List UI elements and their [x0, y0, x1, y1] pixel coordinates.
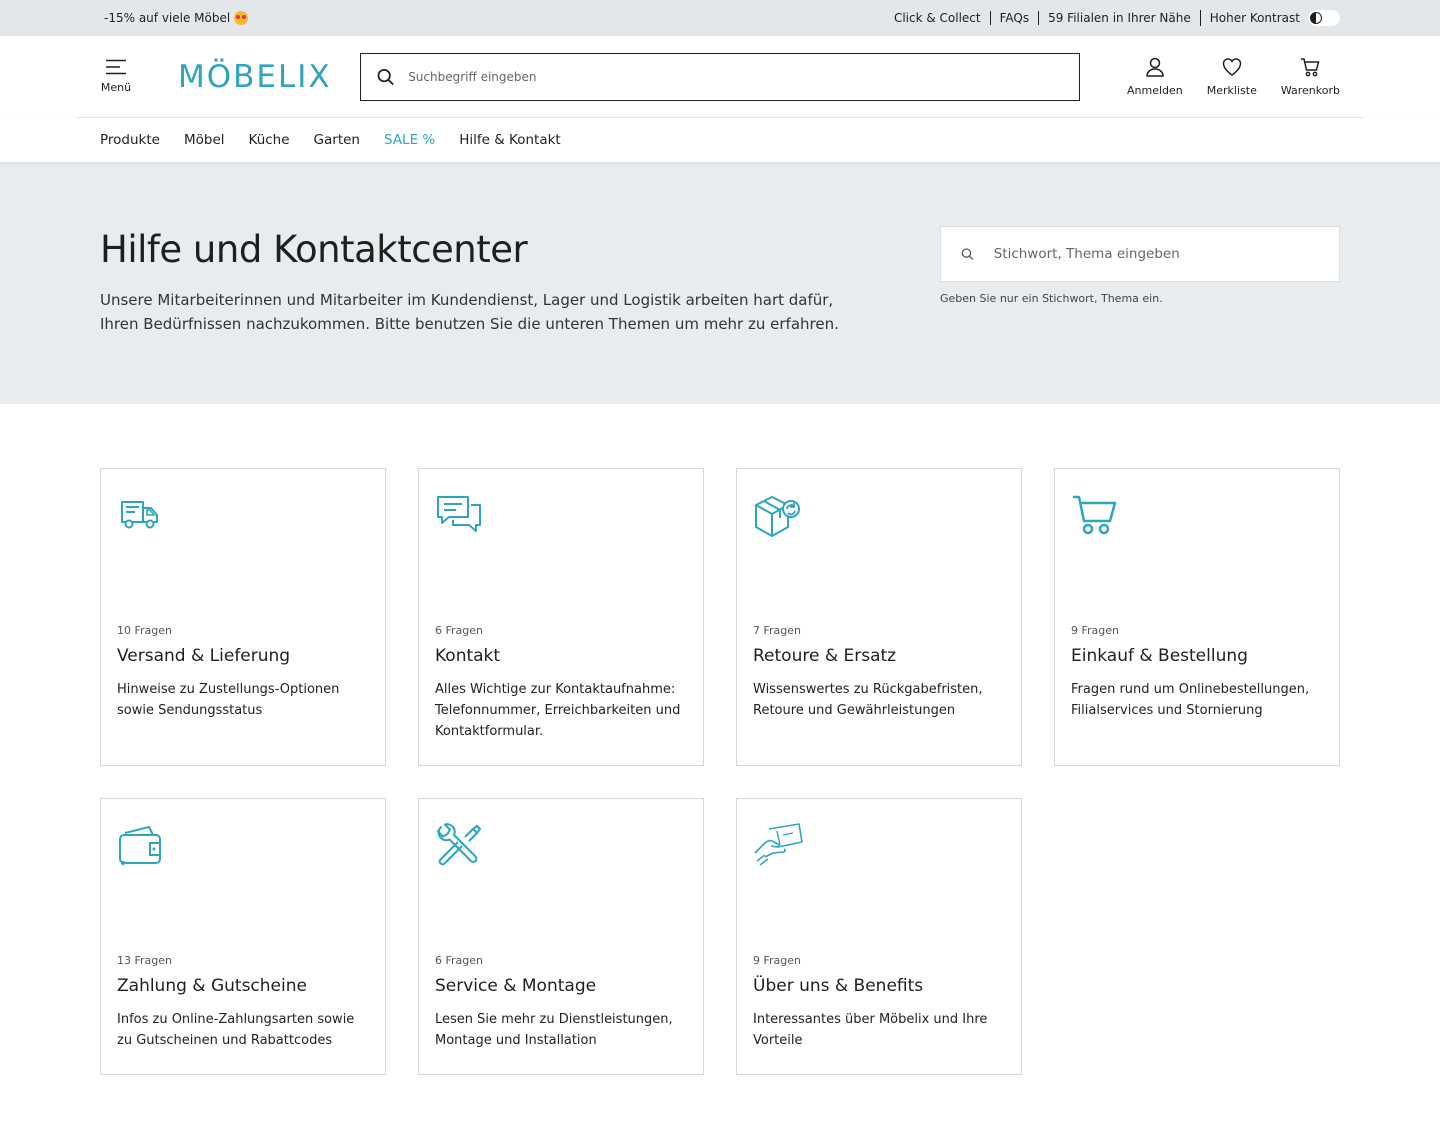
question-count: 9 Fragen — [753, 954, 802, 967]
wishlist-button[interactable]: Merkliste — [1207, 56, 1257, 97]
high-contrast-toggle[interactable] — [1308, 10, 1340, 26]
menu-label: Menü — [100, 81, 132, 94]
promo-text[interactable]: -15% auf viele Möbel — [104, 11, 230, 25]
card-description: Interessantes über Möbelix und Ihre Vort… — [753, 1012, 988, 1048]
question-count: 6 Fragen — [435, 624, 484, 637]
question-count: 7 Fragen — [753, 624, 802, 637]
nav-item-hilfe-kontakt[interactable]: Hilfe & Kontakt — [459, 132, 561, 148]
wishlist-label: Merkliste — [1206, 84, 1257, 97]
search-input[interactable] — [408, 69, 1063, 84]
nav-item-moebel[interactable]: Möbel — [184, 132, 225, 148]
high-contrast-label: Hoher Kontrast — [1209, 11, 1300, 25]
click-collect-link[interactable]: Click & Collect — [885, 11, 990, 25]
nav-item-produkte[interactable]: Produkte — [100, 132, 160, 148]
card-description: Infos zu Online-Zahlungsarten sowie zu G… — [117, 1012, 355, 1048]
login-label: Anmelden — [1127, 84, 1183, 97]
topic-card-zahlung[interactable]: 13 Fragen Zahlung & Gutscheine Infos zu … — [100, 798, 386, 1075]
page-title: Hilfe und Kontaktcenter — [100, 228, 528, 271]
truck-icon — [117, 493, 369, 545]
hamburger-icon — [106, 59, 126, 75]
menu-button[interactable]: Menü — [100, 59, 132, 94]
topic-card-einkauf[interactable]: 9 Fragen Einkauf & Bestellung Fragen run… — [1054, 468, 1340, 766]
tools-icon — [435, 823, 687, 875]
main-navigation: Produkte Möbel Küche Garten SALE % Hilfe… — [0, 118, 1440, 162]
top-bar: -15% auf viele Möbel Click & Collect FAQ… — [0, 0, 1440, 36]
stores-link[interactable]: 59 Filialen in Ihrer Nähe — [1038, 11, 1200, 25]
topic-card-versand[interactable]: 10 Fragen Versand & Lieferung Hinweise z… — [100, 468, 386, 766]
contrast-icon — [1310, 12, 1322, 24]
hero-description: Unsere Mitarbeiterinnen und Mitarbeiter … — [100, 291, 839, 334]
search-bar — [360, 52, 1080, 101]
card-description: Hinweise zu Zustellungs-Optionen sowie S… — [117, 682, 340, 718]
hero-section: Hilfe und Kontaktcenter Unsere Mitarbeit… — [0, 162, 1440, 404]
wallet-icon — [117, 823, 369, 875]
heart-icon — [1222, 58, 1242, 76]
topic-card-service[interactable]: 6 Fragen Service & Montage Lesen Sie meh… — [418, 798, 704, 1075]
nav-item-sale[interactable]: SALE % — [384, 132, 435, 148]
header: Menü MÖBELIX Anmelden Merkliste Warenkor… — [0, 36, 1440, 117]
topic-cards-grid: 10 Fragen Versand & Lieferung Hinweise z… — [0, 404, 1440, 1075]
heart-eyes-emoji-icon — [234, 11, 249, 25]
question-count: 6 Fragen — [435, 954, 484, 967]
search-icon — [961, 248, 974, 260]
high-contrast-control: Hoher Kontrast — [1199, 10, 1340, 26]
cart-icon — [1071, 493, 1323, 545]
nav-item-garten[interactable]: Garten — [314, 132, 360, 148]
promo-banner[interactable]: -15% auf viele Möbel — [104, 11, 249, 25]
question-count: 10 Fragen — [117, 624, 173, 637]
card-title: Einkauf & Bestellung — [1071, 646, 1248, 666]
card-title: Retoure & Ersatz — [753, 646, 897, 666]
hero-text-block: Hilfe und Kontaktcenter Unsere Mitarbeit… — [100, 228, 860, 404]
card-title: Zahlung & Gutscheine — [117, 976, 307, 996]
chat-icon — [435, 493, 687, 545]
search-icon[interactable] — [377, 68, 394, 86]
nav-item-kueche[interactable]: Küche — [249, 132, 290, 148]
user-icon — [1146, 57, 1164, 77]
card-title: Über uns & Benefits — [753, 976, 924, 996]
card-description: Fragen rund um Onlinebestellungen, Filia… — [1071, 682, 1310, 718]
logo[interactable]: MÖBELIX — [178, 59, 330, 95]
top-links: Click & Collect FAQs 59 Filialen in Ihre… — [885, 10, 1340, 26]
cart-label: Warenkorb — [1280, 84, 1340, 97]
topic-card-kontakt[interactable]: 6 Fragen Kontakt Alles Wichtige zur Kont… — [418, 468, 704, 766]
help-search-hint: Geben Sie nur ein Stichwort, Thema ein. — [940, 292, 1163, 305]
card-title: Kontakt — [435, 646, 501, 666]
help-search-block: Geben Sie nur ein Stichwort, Thema ein. — [940, 226, 1340, 404]
cart-button[interactable]: Warenkorb — [1281, 56, 1340, 97]
package-return-icon — [753, 493, 1005, 545]
help-search-input[interactable] — [993, 246, 1319, 262]
hand-card-icon — [753, 823, 1005, 875]
header-actions: Anmelden Merkliste Warenkorb — [1127, 56, 1340, 97]
topic-card-retoure[interactable]: 7 Fragen Retoure & Ersatz Wissenswertes … — [736, 468, 1022, 766]
cart-icon — [1301, 58, 1320, 77]
question-count: 13 Fragen — [117, 954, 173, 967]
card-title: Versand & Lieferung — [117, 646, 291, 666]
login-button[interactable]: Anmelden — [1127, 56, 1183, 97]
card-description: Alles Wichtige zur Kontaktaufnahme: Tele… — [435, 682, 681, 739]
card-description: Wissenswertes zu Rückgabefristen, Retour… — [753, 682, 983, 718]
card-description: Lesen Sie mehr zu Dienstleistungen, Mont… — [435, 1012, 673, 1048]
topic-card-ueber-uns[interactable]: 9 Fragen Über uns & Benefits Interessant… — [736, 798, 1022, 1075]
faqs-link[interactable]: FAQs — [989, 11, 1039, 25]
help-search-bar — [940, 226, 1340, 282]
card-title: Service & Montage — [435, 976, 597, 996]
question-count: 9 Fragen — [1071, 624, 1120, 637]
